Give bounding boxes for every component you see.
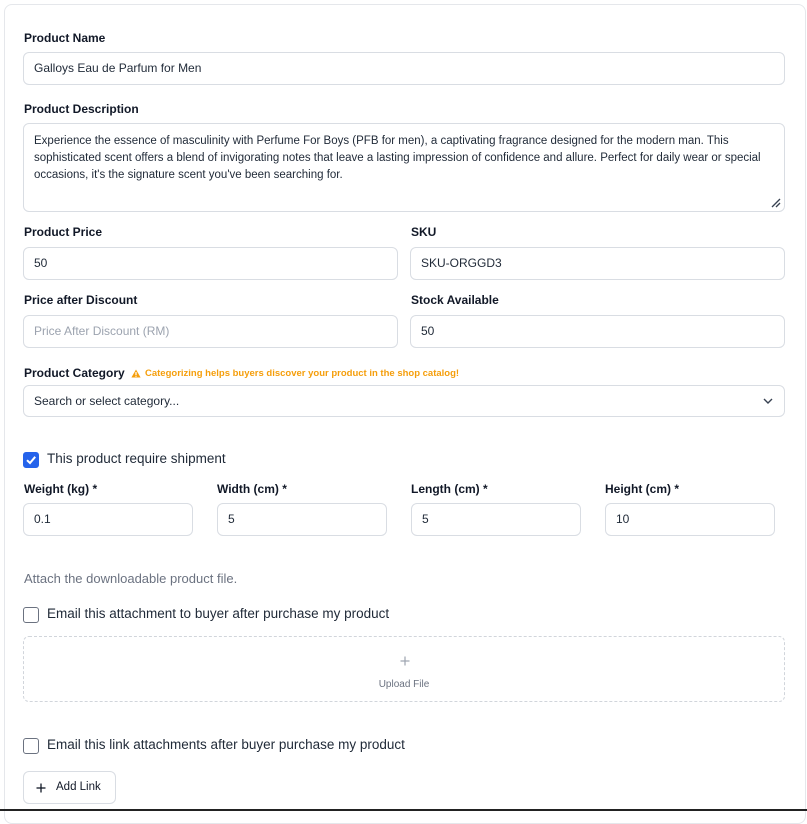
length-input[interactable]: 5 — [411, 503, 581, 536]
chevron-down-icon — [763, 398, 773, 404]
email-link-checkbox[interactable] — [23, 738, 39, 754]
product-category-label: Product Category — [24, 366, 125, 380]
sku-label: SKU — [411, 225, 437, 239]
sku-input[interactable]: SKU-ORGGD3 — [410, 247, 785, 280]
email-link-label[interactable]: Email this link attachments after buyer … — [47, 737, 405, 752]
price-after-discount-input[interactable]: Price After Discount (RM) — [23, 315, 398, 348]
product-price-label: Product Price — [24, 225, 103, 239]
product-description-textarea[interactable]: Experience the essence of masculinity wi… — [23, 123, 785, 212]
product-description-label: Product Description — [24, 102, 139, 116]
add-link-button[interactable]: Add Link — [23, 771, 116, 804]
upload-dropzone[interactable]: Upload File — [23, 636, 785, 702]
add-link-label: Add Link — [56, 781, 101, 793]
stock-available-label: Stock Available — [411, 293, 499, 307]
plus-icon — [400, 656, 410, 666]
product-name-input[interactable]: Galloys Eau de Parfum for Men — [23, 52, 785, 85]
category-select-placeholder: Search or select category... — [34, 394, 180, 408]
shipment-checkbox[interactable] — [23, 452, 39, 468]
email-attachment-checkbox[interactable] — [23, 607, 39, 623]
product-price-input[interactable]: 50 — [23, 247, 398, 280]
shipment-checkbox-label[interactable]: This product require shipment — [47, 451, 226, 466]
height-input[interactable]: 10 — [605, 503, 775, 536]
weight-input[interactable]: 0.1 — [23, 503, 193, 536]
checkmark-icon — [26, 456, 36, 465]
category-select[interactable]: Search or select category... — [23, 385, 785, 417]
weight-label: Weight (kg) * — [24, 482, 98, 496]
attachments-heading: Attach the downloadable product file. — [24, 571, 238, 586]
width-label: Width (cm) * — [217, 482, 287, 496]
length-label: Length (cm) * — [411, 482, 488, 496]
plus-icon — [36, 783, 46, 793]
upload-file-label: Upload File — [378, 679, 430, 690]
product-description-text: Experience the essence of masculinity wi… — [34, 135, 761, 181]
price-after-discount-label: Price after Discount — [24, 293, 138, 307]
height-label: Height (cm) * — [605, 482, 680, 496]
category-hint: Categorizing helps buyers discover your … — [145, 368, 460, 379]
width-input[interactable]: 5 — [217, 503, 387, 536]
product-name-label: Product Name — [24, 31, 106, 45]
stock-available-input[interactable]: 50 — [410, 315, 785, 348]
warning-icon — [131, 369, 141, 378]
email-attachment-label[interactable]: Email this attachment to buyer after pur… — [47, 606, 389, 621]
resize-grip-icon[interactable] — [771, 198, 781, 208]
